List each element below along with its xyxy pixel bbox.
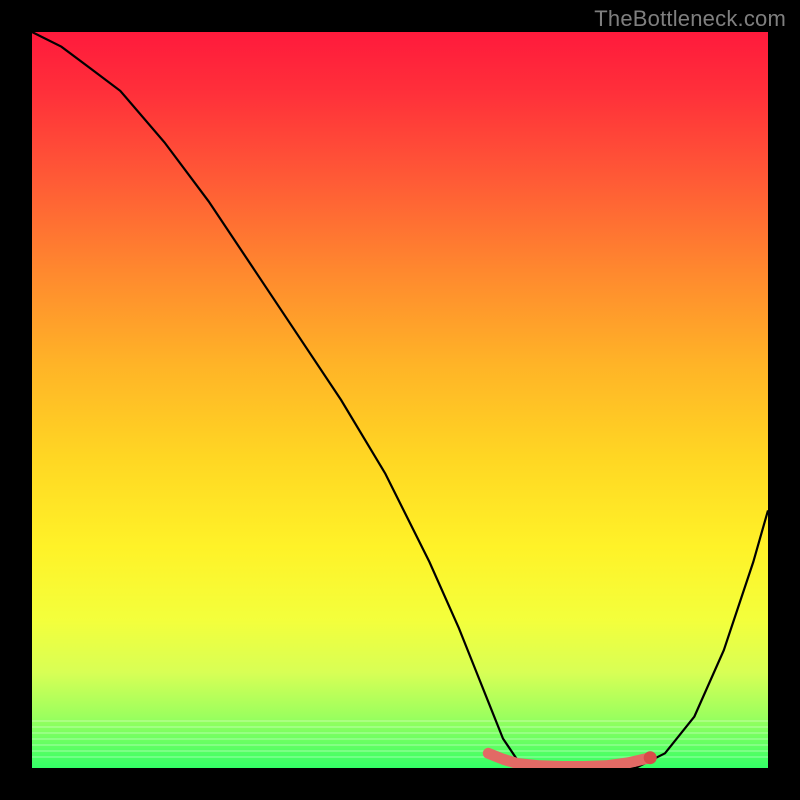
- plot-area: [32, 32, 768, 768]
- chart-frame: TheBottleneck.com: [0, 0, 800, 800]
- watermark-text: TheBottleneck.com: [594, 6, 786, 32]
